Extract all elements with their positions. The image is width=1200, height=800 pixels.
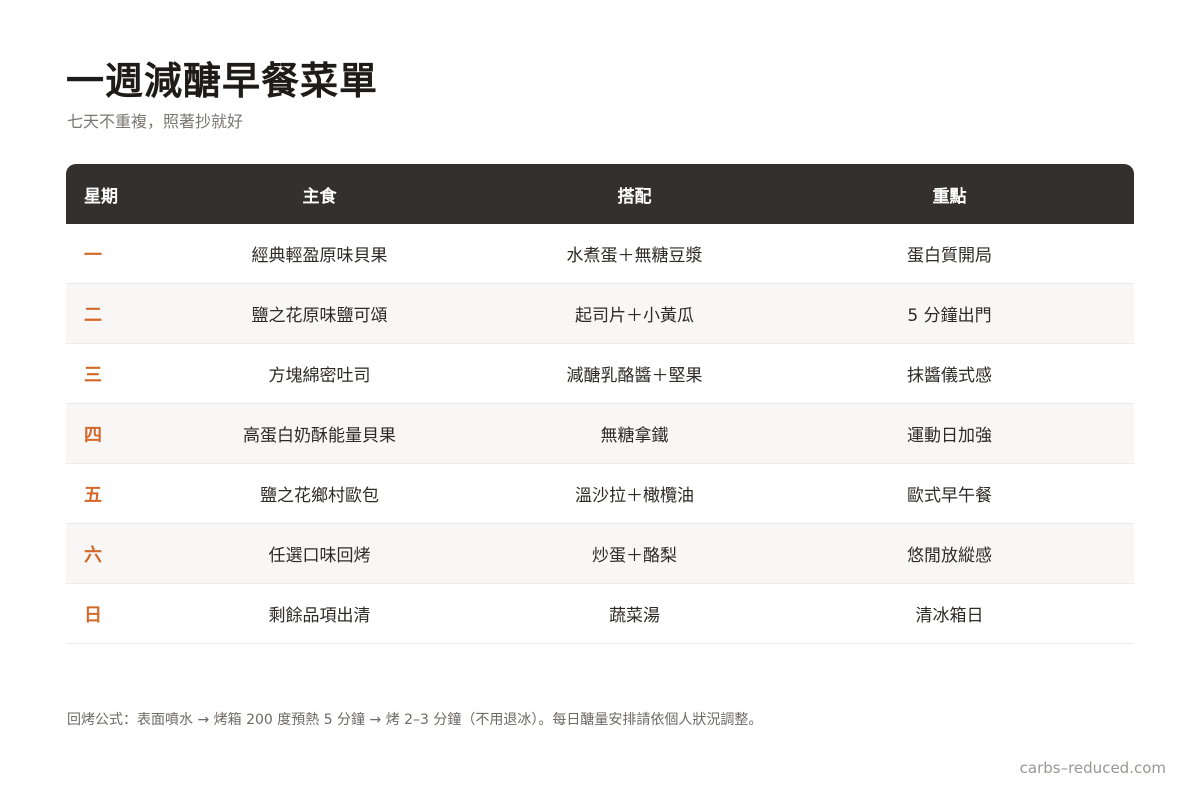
table-header: 星期 主食 搭配 重點 (66, 164, 1134, 224)
site-url: carbs–reduced.com (1019, 759, 1166, 777)
column-header-pairing: 搭配 (617, 186, 652, 207)
column-header-main: 主食 (302, 186, 337, 207)
table-row: 二 鹽之花原味鹽可頌 起司片＋小黃瓜 5 分鐘出門 (66, 284, 1134, 344)
pairing-cell: 無糖拿鐵 (600, 426, 669, 446)
pairing-cell: 水煮蛋＋無糖豆漿 (566, 246, 703, 266)
pairing-cell: 蔬菜湯 (609, 606, 660, 626)
main-cell: 高蛋白奶酥能量貝果 (243, 426, 396, 446)
focus-cell: 清冰箱日 (915, 606, 984, 626)
table-row: 三 方塊綿密吐司 減醣乳酪醬＋堅果 抹醬儀式感 (66, 344, 1134, 404)
focus-cell: 抹醬儀式感 (907, 366, 992, 386)
focus-cell: 蛋白質開局 (907, 246, 992, 266)
main-cell: 任選口味回烤 (268, 546, 371, 566)
column-header-focus: 重點 (932, 186, 967, 207)
table-row: 五 鹽之花鄉村歐包 溫沙拉＋橄欖油 歐式早午餐 (66, 464, 1134, 524)
focus-cell: 運動日加強 (907, 426, 992, 446)
table-row: 六 任選口味回烤 炒蛋＋酪梨 悠閒放縱感 (66, 524, 1134, 584)
main-cell: 經典輕盈原味貝果 (251, 246, 388, 266)
main-cell: 鹽之花原味鹽可頌 (251, 306, 388, 326)
table-row: 日 剩餘品項出清 蔬菜湯 清冰箱日 (66, 584, 1134, 644)
reheat-note: 回烤公式：表面噴水 → 烤箱 200 度預熱 5 分鐘 → 烤 2–3 分鐘（不… (67, 712, 763, 728)
focus-cell: 悠閒放縱感 (907, 546, 992, 566)
pairing-cell: 起司片＋小黃瓜 (575, 306, 694, 326)
table-row: 一 經典輕盈原味貝果 水煮蛋＋無糖豆漿 蛋白質開局 (66, 224, 1134, 284)
main-cell: 鹽之花鄉村歐包 (260, 486, 379, 506)
focus-cell: 5 分鐘出門 (907, 306, 992, 326)
focus-cell: 歐式早午餐 (907, 486, 992, 506)
table-row: 四 高蛋白奶酥能量貝果 無糖拿鐵 運動日加強 (66, 404, 1134, 464)
page-title: 一週減醣早餐菜單 (66, 58, 379, 103)
main-cell: 剩餘品項出清 (268, 606, 371, 626)
pairing-cell: 減醣乳酪醬＋堅果 (566, 366, 703, 386)
main-cell: 方塊綿密吐司 (268, 366, 371, 386)
pairing-cell: 炒蛋＋酪梨 (592, 546, 677, 566)
breakfast-menu-table: 星期 主食 搭配 重點 一 經典輕盈原味貝果 水煮蛋＋無糖豆漿 蛋白質開局 二 … (66, 164, 1134, 644)
pairing-cell: 溫沙拉＋橄欖油 (575, 486, 694, 506)
page-subtitle: 七天不重複，照著抄就好 (67, 112, 244, 131)
